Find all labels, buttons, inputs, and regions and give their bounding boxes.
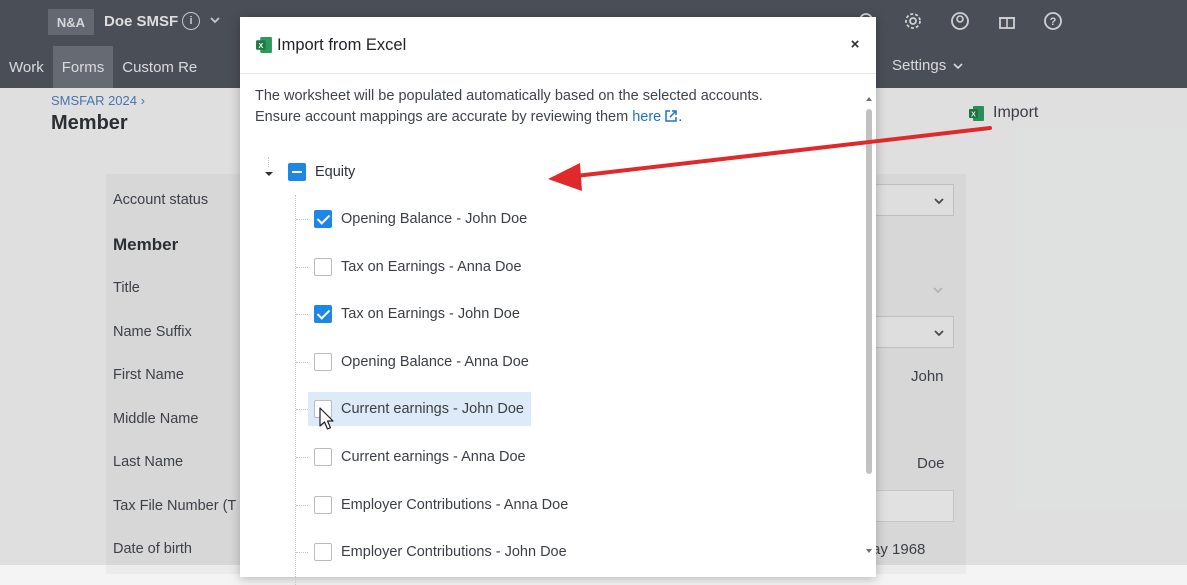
annotation-arrow	[548, 126, 992, 191]
mouse-cursor-icon	[319, 407, 334, 430]
